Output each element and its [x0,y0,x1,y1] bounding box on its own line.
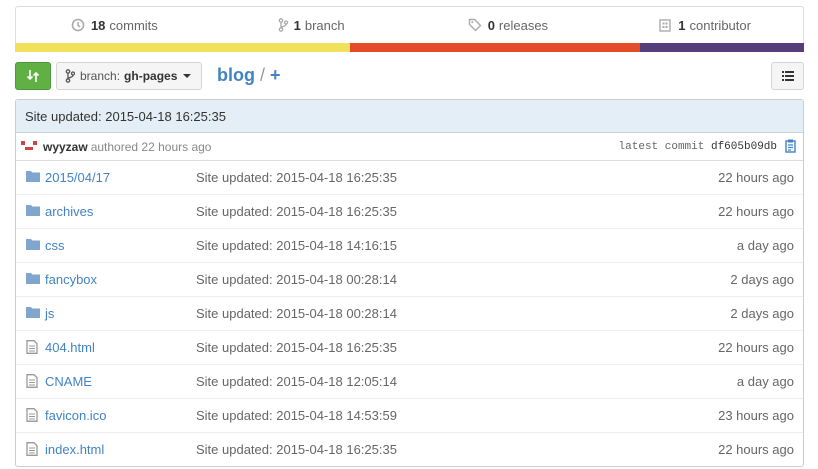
file-name[interactable]: js [45,306,54,321]
folder-icon [26,204,40,219]
file-commit-message[interactable]: Site updated: 2015-04-18 16:25:35 [196,204,397,219]
repo-link[interactable]: blog [217,65,255,85]
table-row: css Site updated: 2015-04-18 14:16:15 a da… [16,228,803,262]
branch-selector[interactable]: branch: gh-pages [56,62,203,90]
file-commit-message[interactable]: Site updated: 2015-04-18 14:53:59 [196,408,397,423]
file-name[interactable]: 404.html [45,340,95,355]
file-age: a day ago [736,374,794,389]
releases-label: releases [498,17,549,33]
file-name[interactable]: index.html [45,442,104,457]
file-commit-message[interactable]: Site updated: 2015-04-18 16:25:35 [196,442,397,457]
file-navigation: branch: gh-pages blog / + [15,62,804,90]
file-age: 2 days ago [730,306,794,321]
chevron-down-icon [183,74,192,78]
new-file-button[interactable]: + [270,65,281,85]
file-name[interactable]: 2015/04/17 [45,170,110,185]
file-age: 23 hours ago [718,408,794,423]
table-row: favicon.ico Site updated: 2015-04-18 14:5… [16,398,803,432]
latest-commit-label: latest commit [618,140,705,153]
language-segment-3 [639,43,804,52]
file-commit-message[interactable]: Site updated: 2015-04-18 00:28:14 [196,306,397,321]
file-commit-message[interactable]: Site updated: 2015-04-18 00:28:14 [196,272,397,287]
language-segment-1 [15,43,351,52]
contributors-label: contributor [689,17,751,33]
releases-count: 0 [487,17,495,33]
file-age: 22 hours ago [718,204,794,219]
avatar[interactable] [21,138,37,155]
file-name[interactable]: fancybox [45,272,97,287]
folder-icon [26,238,40,253]
branch-name: gh-pages [124,69,178,83]
commit-authored-time: authored 22 hours ago [90,139,212,154]
file-icon [26,340,38,357]
list-icon [781,71,794,81]
table-row: archives Site updated: 2015-04-18 16:25:3… [16,194,803,228]
commits-stat[interactable]: 18 commits [16,7,213,43]
file-commit-message[interactable]: Site updated: 2015-04-18 16:25:35 [196,170,397,185]
file-age: a day ago [736,238,794,253]
file-icon [26,408,38,425]
file-icon [26,374,38,391]
branches-count: 1 [293,17,301,33]
file-age: 22 hours ago [718,170,794,185]
file-browser: Site updated: 2015-04-18 16:25:35 wyyzaw… [15,99,804,467]
branch-prefix: branch: [80,69,121,83]
table-row: 2015/04/17 Site updated: 2015-04-18 16:25… [16,161,803,194]
compare-icon [26,70,40,82]
commit-author[interactable]: wyyzaw [43,140,88,154]
file-list: 2015/04/17 Site updated: 2015-04-18 16:25… [16,161,803,466]
file-commit-message[interactable]: Site updated: 2015-04-18 14:16:15 [196,238,397,253]
clipboard-icon[interactable] [785,139,797,156]
table-row: CNAME Site updated: 2015-04-18 12:05:14 a … [16,364,803,398]
branches-label: branch [304,17,345,33]
file-name[interactable]: css [45,238,65,253]
branches-stat[interactable]: 1 branch [213,7,410,43]
contributors-count: 1 [678,17,686,33]
file-name[interactable]: CNAME [45,374,92,389]
file-commit-message[interactable]: Site updated: 2015-04-18 12:05:14 [196,374,397,389]
commits-count: 18 [90,17,106,33]
folder-icon [26,170,40,185]
file-name[interactable]: favicon.ico [45,408,106,423]
file-icon [26,442,38,459]
file-name[interactable]: archives [45,204,93,219]
folder-icon [26,272,40,287]
breadcrumb-separator: / [260,65,266,85]
repo-summary: 18 commits 1 branch 0 releases 1 contrib… [15,6,804,52]
organization-icon [658,18,672,32]
releases-stat[interactable]: 0 releases [410,7,607,43]
commit-message[interactable]: Site updated: 2015-04-18 16:25:35 [16,100,803,133]
commit-meta: wyyzaw authored 22 hours ago latest comm… [16,133,803,161]
file-age: 22 hours ago [718,442,794,457]
latest-commit: latest commit df605b09db [619,141,777,153]
file-age: 22 hours ago [718,340,794,355]
file-commit-message[interactable]: Site updated: 2015-04-18 16:25:35 [196,340,397,355]
commit-sha[interactable]: df605b09db [711,141,777,153]
list-view-button[interactable] [771,62,804,90]
history-icon [71,18,85,32]
folder-icon [26,306,40,321]
commits-label: commits [109,17,158,33]
file-age: 2 days ago [730,272,794,287]
table-row: index.html Site updated: 2015-04-18 16:25… [16,432,803,466]
breadcrumb: blog / + [217,63,281,87]
tag-icon [468,18,482,32]
contributors-stat[interactable]: 1 contributor [606,7,803,43]
table-row: fancybox Site updated: 2015-04-18 00:28:1… [16,262,803,296]
language-bar[interactable] [15,43,804,52]
branch-icon [278,18,288,32]
table-row: 404.html Site updated: 2015-04-18 16:25:3… [16,330,803,364]
compare-button[interactable] [15,62,51,90]
branch-icon [65,69,75,83]
table-row: js Site updated: 2015-04-18 00:28:14 2 day… [16,296,803,330]
language-segment-2 [350,43,640,52]
